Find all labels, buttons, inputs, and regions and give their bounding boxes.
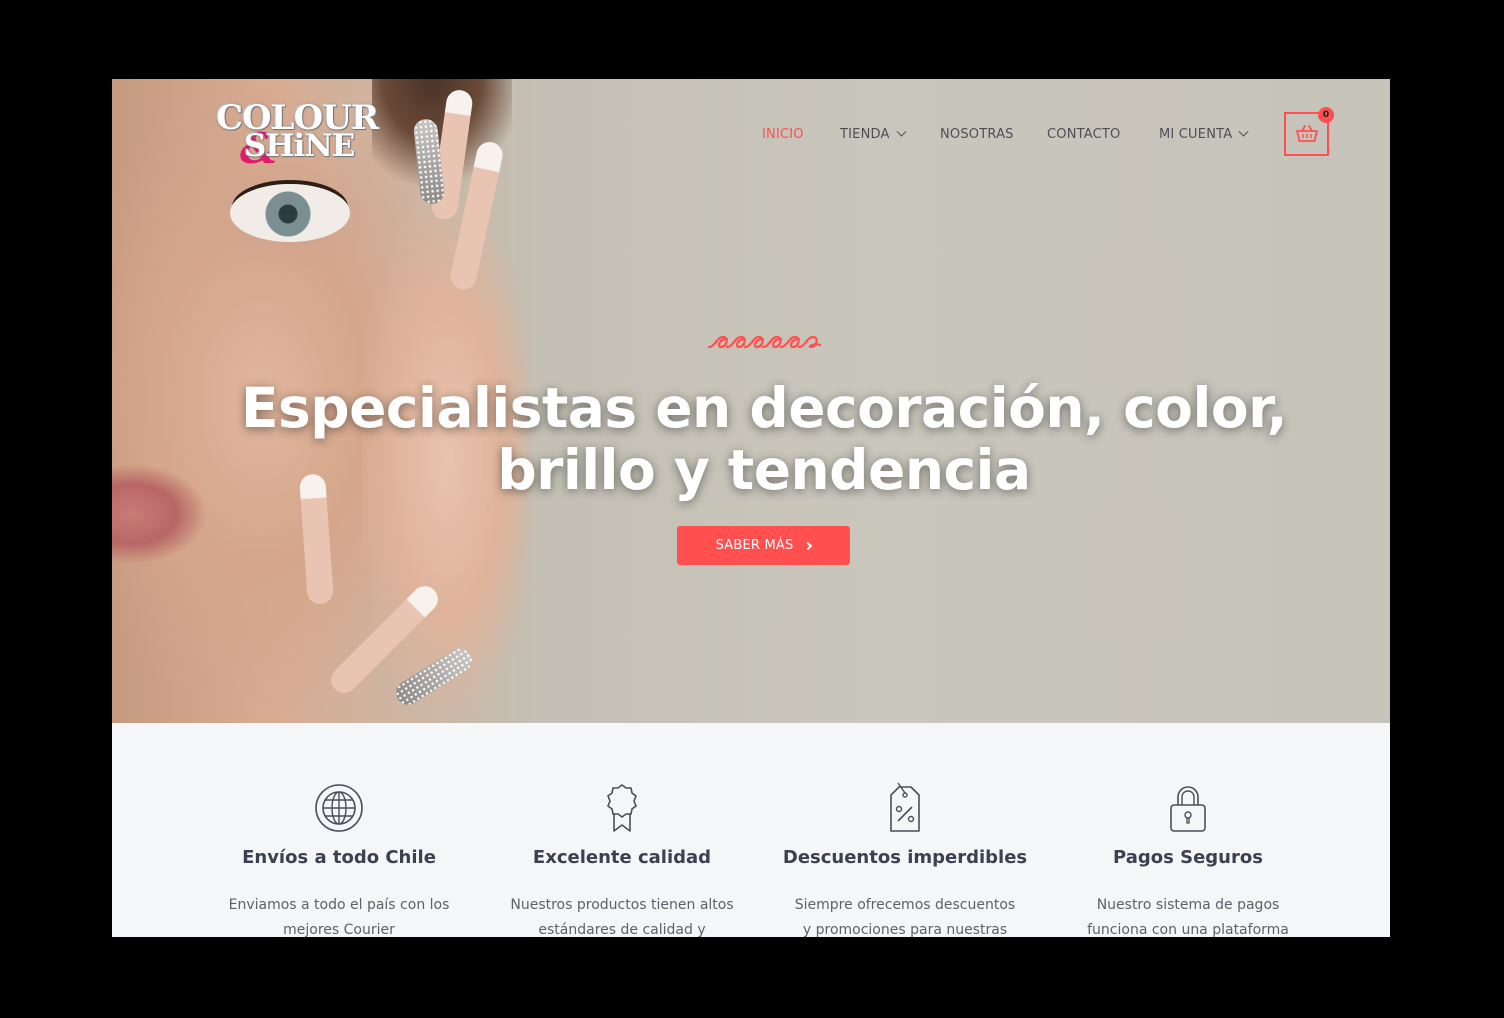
website-page: COLOUR & SHiNE INICIO TIENDA NOSOTRAS CO… <box>112 79 1390 937</box>
feature-text-line: y promociones para nuestras <box>802 922 1008 937</box>
feature-text: Nuestro sistema de pagos funciona con un… <box>1058 893 1318 937</box>
chevron-right-icon <box>804 541 813 550</box>
nav-item-nosotras[interactable]: NOSOTRAS <box>940 127 1014 142</box>
nav-item-mi-cuenta[interactable]: MI CUENTA <box>1159 126 1249 142</box>
feature-title: Descuentos imperdibles <box>782 847 1028 868</box>
feature-title: Pagos Seguros <box>1113 847 1263 868</box>
feature-text-line: Siempre ofrecemos descuentos <box>794 897 1016 913</box>
cart-count-badge: 0 <box>1318 107 1334 123</box>
nav-item-label: TIENDA <box>840 127 890 142</box>
feature-text-line: Nuestros productos tienen altos <box>510 897 734 913</box>
nav-item-label: NOSOTRAS <box>940 127 1014 142</box>
feature-title: Envíos a todo Chile <box>242 847 436 868</box>
feature-text-line: estándares de calidad y <box>538 922 706 937</box>
hero-image-eye <box>230 184 350 242</box>
hero-title-line-1: Especialistas en decoración, color, <box>240 376 1288 440</box>
feature-text-line: funciona con una plataforma <box>1087 922 1289 937</box>
padlock-icon <box>1170 786 1206 832</box>
hero-image-lips <box>112 459 222 569</box>
feature-text-line: Enviamos a todo el país con los <box>228 897 450 913</box>
feature-text-line: Nuestro sistema de pagos <box>1096 897 1280 913</box>
hero-banner: COLOUR & SHiNE INICIO TIENDA NOSOTRAS CO… <box>112 79 1390 723</box>
feature-text: Siempre ofrecemos descuentos y promocion… <box>775 893 1035 937</box>
nav-item-inicio[interactable]: INICIO <box>762 127 804 142</box>
feature-text: Nuestros productos tienen altos estándar… <box>492 893 752 937</box>
award-ribbon-icon <box>607 784 637 832</box>
chevron-down-icon <box>1238 126 1249 137</box>
saber-mas-button[interactable]: SABER MÁS <box>677 526 850 565</box>
nav-item-tienda[interactable]: TIENDA <box>840 126 907 142</box>
globe-icon <box>315 784 363 832</box>
discount-tag-icon <box>890 783 920 832</box>
decorative-squiggle-icon <box>707 335 822 349</box>
hero-title-line-2: brillo y tendencia <box>497 438 1031 502</box>
nav-item-label: INICIO <box>762 127 804 142</box>
features-section: Envíos a todo Chile Enviamos a todo el p… <box>112 723 1390 937</box>
nav-item-label: CONTACTO <box>1047 127 1121 142</box>
hero-title: Especialistas en decoración, color, bril… <box>212 377 1316 501</box>
shopping-basket-icon <box>1295 125 1318 142</box>
feature-text-line: mejores Courier <box>283 922 395 937</box>
nav-item-contacto[interactable]: CONTACTO <box>1047 127 1120 142</box>
cart-button[interactable]: 0 <box>1284 107 1334 156</box>
nav-item-label: MI CUENTA <box>1159 127 1233 142</box>
feature-title: Excelente calidad <box>532 847 712 868</box>
main-navigation: INICIO TIENDA NOSOTRAS CONTACTO MI CUENT… <box>112 126 1390 147</box>
feature-text: Enviamos a todo el país con los mejores … <box>209 893 469 937</box>
saber-mas-label: SABER MÁS <box>715 538 794 553</box>
chevron-down-icon <box>896 126 907 137</box>
